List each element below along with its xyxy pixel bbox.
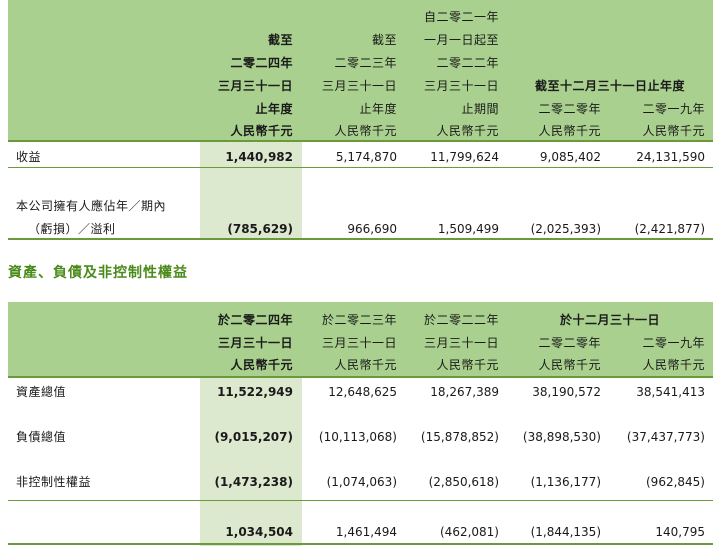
t1-row-rule — [8, 167, 713, 168]
table2-highlight-column — [200, 376, 302, 546]
t2-row-assets-v2: 12,648,625 — [328, 385, 397, 399]
t1-row-revenue-v1: 1,440,982 — [225, 150, 293, 164]
t2-row-nci-v4: (1,136,177) — [530, 475, 601, 489]
t1-row-profit-v2: 966,690 — [347, 222, 397, 236]
t1-col2-line5: 人民幣千元 — [334, 124, 397, 138]
t2-row-assets-v4: 38,190,572 — [532, 385, 601, 399]
t2-subtotal-rule — [8, 500, 713, 501]
t2-col2-line2: 三月三十一日 — [321, 336, 397, 350]
t2-row-assets-v3: 18,267,389 — [430, 385, 499, 399]
t1-col3-line4: 三月三十一日 — [423, 79, 499, 93]
t2-row-liabilities-v1: (9,015,207) — [214, 430, 293, 444]
t2-row-assets-v1: 11,522,949 — [217, 385, 293, 399]
t2-row-liabilities-v3: (15,878,852) — [420, 430, 499, 444]
t2-col3-line1: 於二零二二年 — [423, 313, 499, 327]
t1-col2-line2: 二零二三年 — [334, 56, 397, 70]
t2-row-nci-v5: (962,845) — [646, 475, 705, 489]
t2-col1-line2: 三月三十一日 — [217, 336, 293, 350]
t2-row-liabilities-label: 負債總值 — [16, 430, 67, 444]
t1-row-profit-v3: 1,509,499 — [437, 222, 499, 236]
t2-col5-line1: 二零一九年 — [642, 336, 705, 350]
t1-row-revenue-v5: 24,131,590 — [636, 150, 705, 164]
t2-col3-line3: 人民幣千元 — [436, 358, 499, 372]
t1-row-revenue-v3: 11,799,624 — [430, 150, 499, 164]
t1-col1-line3: 三月三十一日 — [217, 79, 293, 93]
t1-row-revenue-v4: 9,085,402 — [539, 150, 601, 164]
t2-row-nci-label: 非控制性權益 — [16, 475, 92, 489]
t2-col5-line2: 人民幣千元 — [642, 358, 705, 372]
t2-row-assets-label: 資產總值 — [16, 385, 67, 399]
t1-col5-line1: 二零一九年 — [642, 102, 705, 116]
t2-bottom-rule — [8, 543, 713, 545]
t1-row-profit-v5: (2,421,877) — [634, 222, 705, 236]
t2-row-nci-v2: (1,074,063) — [326, 475, 397, 489]
t1-bottom-rule — [8, 238, 713, 240]
t1-row-profit-v1: (785,629) — [227, 222, 293, 236]
t1-col1-line2: 二零二四年 — [230, 56, 293, 70]
t1-row-revenue-v2: 5,174,870 — [335, 150, 397, 164]
t2-row-net-v2: 1,461,494 — [335, 525, 397, 539]
t1-col3-line2: 一月一日起至 — [423, 33, 499, 47]
t2-group-header: 於十二月三十一日 — [559, 313, 660, 327]
t2-header-rule — [8, 376, 713, 378]
t2-col3-line2: 三月三十一日 — [423, 336, 499, 350]
t1-row-profit-label1: 本公司擁有人應佔年／期內 — [16, 199, 167, 213]
t1-col4-line1: 二零二零年 — [538, 102, 601, 116]
t2-row-liabilities-v4: (38,898,530) — [522, 430, 601, 444]
t2-col2-line3: 人民幣千元 — [334, 358, 397, 372]
t2-col4-line1: 二零二零年 — [538, 336, 601, 350]
t1-col2-line3: 三月三十一日 — [321, 79, 397, 93]
t1-col1-line5: 人民幣千元 — [230, 124, 293, 138]
t1-row-profit-v4: (2,025,393) — [530, 222, 601, 236]
t1-col3-line6: 人民幣千元 — [436, 124, 499, 138]
t2-col1-line1: 於二零二四年 — [217, 313, 293, 327]
t1-col2-line1: 截至 — [371, 33, 397, 47]
t2-row-net-v1: 1,034,504 — [225, 525, 293, 539]
t2-row-assets-v5: 38,541,413 — [636, 385, 705, 399]
t1-col3-line1: 自二零二一年 — [423, 10, 499, 24]
t1-group-header: 截至十二月三十一日止年度 — [534, 79, 685, 93]
t2-row-nci-v3: (2,850,618) — [428, 475, 499, 489]
t2-row-net-v4: (1,844,135) — [530, 525, 601, 539]
t1-col5-line2: 人民幣千元 — [642, 124, 705, 138]
t1-col2-line4: 止年度 — [359, 102, 397, 116]
t1-col1-line4: 止年度 — [255, 102, 293, 116]
t1-col4-line2: 人民幣千元 — [538, 124, 601, 138]
t2-row-nci-v1: (1,473,238) — [214, 475, 293, 489]
t1-col3-line3: 二零二二年 — [436, 56, 499, 70]
t2-row-net-v5: 140,795 — [655, 525, 705, 539]
section-title: 資產、負債及非控制性權益 — [8, 265, 188, 281]
t1-row-profit-label2: （虧損）／溢利 — [28, 222, 116, 236]
t1-row-revenue-label: 收益 — [16, 150, 42, 164]
t2-row-net-v3: (462,081) — [440, 525, 499, 539]
t1-header-rule — [8, 140, 713, 142]
t2-row-liabilities-v2: (10,113,068) — [318, 430, 397, 444]
t2-col4-line2: 人民幣千元 — [538, 358, 601, 372]
t2-row-liabilities-v5: (37,437,773) — [626, 430, 705, 444]
t2-col1-line3: 人民幣千元 — [230, 358, 293, 372]
t1-col3-line5: 止期間 — [461, 102, 499, 116]
t2-col2-line1: 於二零二三年 — [321, 313, 397, 327]
t1-col1-line1: 截至 — [267, 33, 293, 47]
